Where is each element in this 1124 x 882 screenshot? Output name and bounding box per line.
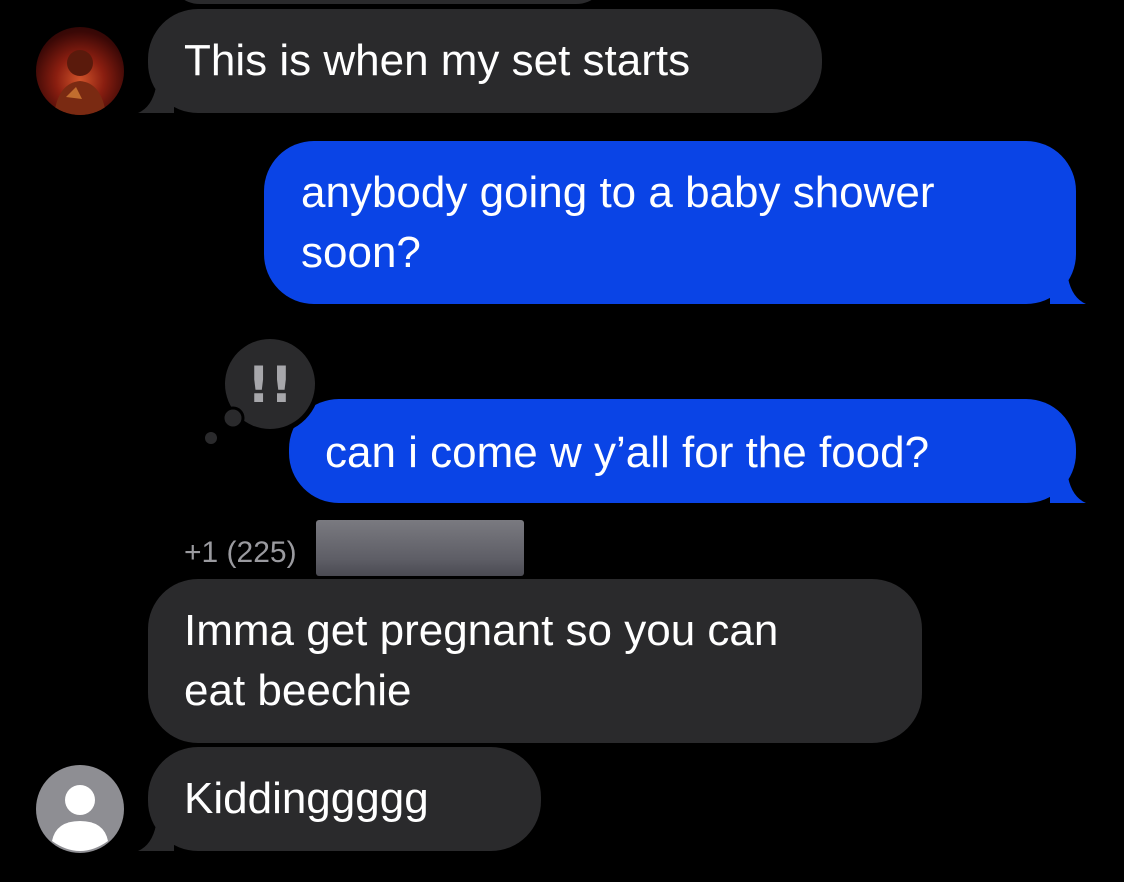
message-bubble-outgoing[interactable]: anybody going to a baby shower soon? (264, 141, 1086, 304)
bubble-tail (138, 811, 174, 851)
reaction-glyph: !! (247, 356, 293, 414)
message-text-line: eat beechie (184, 666, 412, 715)
message-text: can i come w y’all for the food? (325, 428, 930, 477)
bubble-tail (138, 73, 174, 113)
previous-message-bubble[interactable] (168, 0, 608, 4)
exclamation-emphasis-icon[interactable]: !! (196, 334, 326, 446)
message-bubble-incoming[interactable]: This is when my set starts (138, 9, 822, 113)
redacted-number-block (316, 520, 524, 576)
message-text: Kiddinggggg (184, 774, 429, 823)
message-text-line: Imma get pregnant so you can (184, 606, 779, 655)
default-avatar-glyph (52, 785, 108, 851)
message-bubble-incoming[interactable]: Kiddinggggg (138, 747, 541, 851)
sender-phone-label: +1 (225) (184, 536, 297, 569)
messages-thread: This is when my set starts anybody going… (0, 0, 1124, 882)
message-text-line: soon? (301, 228, 421, 277)
bubble-tail (1050, 463, 1086, 503)
message-text-line: anybody going to a baby shower (301, 168, 935, 217)
bubble-tail (1050, 264, 1086, 304)
person-silhouette-icon[interactable] (36, 765, 124, 853)
avatar-figure-icon (54, 50, 106, 115)
message-text: This is when my set starts (184, 36, 691, 85)
message-bubble-incoming[interactable]: Imma get pregnant so you can eat beechie (148, 579, 922, 743)
message-bubble-outgoing[interactable]: can i come w y’all for the food? (289, 399, 1086, 503)
sender-avatar-photo[interactable] (36, 27, 124, 115)
